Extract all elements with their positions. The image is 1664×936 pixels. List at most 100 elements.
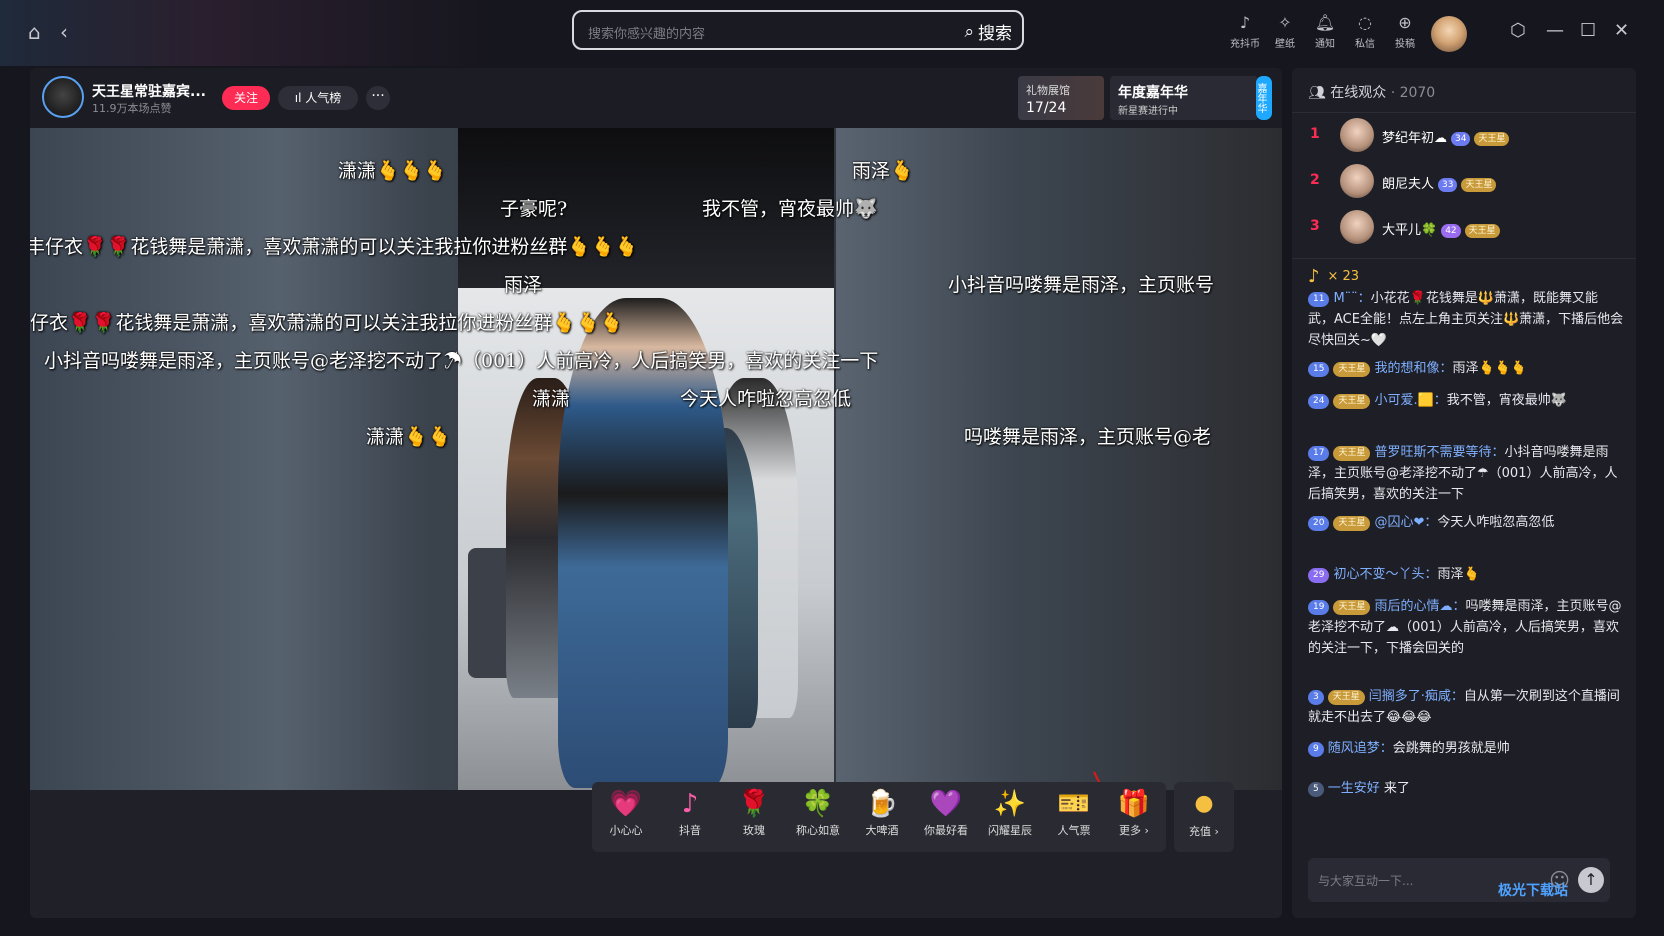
danmaku-item: 潇潇 xyxy=(532,388,571,410)
ruyi-gift-icon: 🍀 xyxy=(801,789,835,819)
douyin-gift-icon: ♪ xyxy=(1308,266,1320,287)
danmaku-item: 雨泽🫰 xyxy=(852,160,914,182)
star-gift-icon: ✨ xyxy=(993,789,1027,819)
divider xyxy=(1292,112,1636,113)
people-icon: 👥︎ xyxy=(1308,85,1331,101)
level-badge: 34 xyxy=(1451,131,1471,146)
chat-message: 19 天王星 雨后的心情☁：吗喽舞是雨泽，主页账号@老泽挖不动了☁（001）人前高冷… xyxy=(1308,599,1622,656)
send-icon[interactable]: ↑ xyxy=(1578,867,1604,893)
danmaku-item: 潇潇🫰🫰 xyxy=(366,426,452,448)
close-icon[interactable]: ✕ xyxy=(1614,22,1629,40)
gift-you-look-best[interactable]: 💜 你最好看 xyxy=(916,788,976,838)
carnival-banner[interactable]: 年度嘉年华 新星赛进行中 嘉年华 xyxy=(1110,76,1272,120)
danmaku-item: 子豪呢? xyxy=(500,198,568,220)
back-icon[interactable]: ‹ xyxy=(60,22,68,42)
beer-gift-icon: 🍺 xyxy=(865,789,899,819)
chat-message: 17 天王星 普罗旺斯不需要等待：小抖音吗喽舞是雨泽，主页账号@老泽挖不动了☂（00… xyxy=(1308,445,1618,502)
search-input[interactable]: 搜索你感兴趣的内容 xyxy=(588,23,705,42)
top-viewer-row[interactable]: 3 大平儿🍀 42 天王星 xyxy=(1308,210,1628,246)
title-bar: ⌂ ‹ 搜索你感兴趣的内容 ⌕ 搜索 ♪ 充抖币 ✧ 壁纸 🔔︎ 通知 ◌ 私信 ⊕ 投稿 … xyxy=(0,0,1664,66)
avatar xyxy=(1340,118,1374,152)
search-box[interactable]: 搜索你感兴趣的内容 ⌕ 搜索 xyxy=(572,10,1024,50)
chat-message: 9 随风追梦：会跳舞的男孩就是帅 xyxy=(1308,738,1624,759)
level-badge: 42 xyxy=(1441,223,1461,238)
gift-more-button[interactable]: 🎁 更多 › xyxy=(1104,788,1164,838)
video-stage[interactable]: 潇潇🫰🫰🫰 雨泽🫰 子豪呢? 我不管，宵夜最帅🐺 丰仔衣🌹🌹花钱舞是萧潇，喜欢萧… xyxy=(30,128,1282,918)
divider xyxy=(1292,258,1636,259)
chat-message: 24 天王星 小可爱.🟨：我不管，宵夜最帅🐺 xyxy=(1308,390,1624,411)
follow-button[interactable]: 关注 xyxy=(222,86,270,110)
anchor-avatar[interactable] xyxy=(42,76,84,118)
gift-bar: 💗 小心心 ♪ 抖音 🌹 玫瑰 🍀 称心如意 🍺 大啤酒 💜 你最好看 ✨ 闪耀星辰 🎫 人气票… xyxy=(592,782,1166,852)
top-viewer-row[interactable]: 1 梦纪年初☁ 34 天王星 xyxy=(1308,118,1628,154)
anchor-name[interactable]: 天王星常驻嘉宾... xyxy=(92,81,206,101)
maximize-icon[interactable]: ☐ xyxy=(1580,22,1596,40)
avatar xyxy=(1340,164,1374,198)
minimize-icon[interactable]: — xyxy=(1546,22,1564,40)
chat-message: 5 一生安好 来了 xyxy=(1308,778,1624,799)
gift-rose[interactable]: 🌹 玫瑰 xyxy=(724,788,784,838)
topbar-notifications[interactable]: 🔔︎ 通知 xyxy=(1305,13,1345,51)
chat-icon: ◌ xyxy=(1358,13,1372,32)
danmaku-item: 雨泽 xyxy=(504,274,543,296)
gift-combo: ♪ × 23 xyxy=(1308,266,1360,287)
danmaku-item: 小抖音吗喽舞是雨泽，主页账号@老泽挖不动了☂（001）人前高冷，人后搞笑男，喜欢… xyxy=(44,350,879,372)
fan-badge: 天王星 xyxy=(1461,177,1497,192)
fan-badge: 天王星 xyxy=(1464,223,1500,238)
popularity-rank-button[interactable]: ıl 人气榜 xyxy=(278,86,358,110)
gift-heart[interactable]: 💗 小心心 xyxy=(596,788,656,838)
bar-chart-icon: ıl xyxy=(294,91,306,105)
topbar-upload[interactable]: ⊕ 投稿 xyxy=(1385,13,1425,51)
ticket-gift-icon: 🎫 xyxy=(1057,789,1091,819)
chat-message: 3 天王星 闫搁多了·痴咸：自从第一次刷到这个直播间就走不出去了😂😂😂 xyxy=(1308,689,1620,725)
chat-input-field[interactable]: 与大家互动一下... xyxy=(1318,872,1413,889)
level-badge: 33 xyxy=(1438,177,1458,192)
recharge-button[interactable]: ● 充值 › xyxy=(1174,782,1234,852)
anchor-likes: 11.9万本场点赞 xyxy=(92,102,172,115)
top-viewer-row[interactable]: 2 朗尼夫人 33 天王星 xyxy=(1308,164,1628,200)
home-icon[interactable]: ⌂ xyxy=(28,22,41,42)
anchor-header: 天王星常驻嘉宾... 11.9万本场点赞 关注 ıl 人气榜 ··· 礼物展馆 … xyxy=(30,68,1282,128)
coin-icon: ● xyxy=(1194,791,1214,816)
danmaku-item: 我不管，宵夜最帅🐺 xyxy=(702,198,878,220)
live-room: 天王星常驻嘉宾... 11.9万本场点赞 关注 ıl 人气榜 ··· 礼物展馆 … xyxy=(30,68,1282,918)
fan-badge: 天王星 xyxy=(1474,131,1510,146)
chat-message: 15 天王星 我的想和像：雨泽🫰🫰🫰 xyxy=(1308,358,1624,379)
heart-gift-icon: 💗 xyxy=(609,789,643,819)
topbar-recharge-coins[interactable]: ♪ 充抖币 xyxy=(1225,13,1265,51)
search-icon: ⌕ xyxy=(964,21,974,42)
gift-ruyi[interactable]: 🍀 称心如意 xyxy=(788,788,848,838)
live-video[interactable] xyxy=(458,128,834,790)
gift-popularity-ticket[interactable]: 🎫 人气票 xyxy=(1044,788,1104,838)
carnival-tag: 嘉年华 xyxy=(1255,76,1272,120)
danmaku-item: 今天人咋啦忽高忽低 xyxy=(680,388,852,410)
more-button[interactable]: ··· xyxy=(366,86,390,110)
danmaku-item: 吗喽舞是雨泽，主页账号@老 xyxy=(964,426,1212,448)
user-avatar[interactable] xyxy=(1431,16,1467,52)
topbar-messages[interactable]: ◌ 私信 xyxy=(1345,13,1385,51)
bell-icon: 🔔︎ xyxy=(1314,13,1336,32)
gift-museum-banner[interactable]: 礼物展馆 17/24 xyxy=(1018,76,1104,120)
gift-shining-stars[interactable]: ✨ 闪耀星辰 xyxy=(980,788,1040,838)
gift-box-icon: 🎁 xyxy=(1117,789,1151,819)
chat-message: 11 M¨¨：小花花🌹花钱舞是🔱萧潇，既能舞又能武，ACE全能！点左上角主页关注🔱… xyxy=(1308,291,1624,348)
chat-message: 29 初心不变～丫头：雨泽🫰 xyxy=(1308,564,1624,585)
danmaku-item: 仔衣🌹🌹花钱舞是萧潇，喜欢萧潇的可以关注我拉你进粉丝群🫰🫰🫰 xyxy=(30,312,624,334)
upload-icon: ⊕ xyxy=(1398,13,1412,32)
watermark: 极光下载站 xyxy=(1498,883,1568,899)
danmaku-item: 丰仔衣🌹🌹花钱舞是萧潇，喜欢萧潇的可以关注我拉你进粉丝群🫰🫰🫰 xyxy=(30,236,639,258)
gift-beer[interactable]: 🍺 大啤酒 xyxy=(852,788,912,838)
wallpaper-icon: ✧ xyxy=(1278,13,1292,32)
danmaku-item: 小抖音吗喽舞是雨泽，主页账号 xyxy=(948,274,1215,296)
chat-message: 20 天王星 @囚心❤：今天人咋啦忽高忽低 xyxy=(1308,512,1624,533)
stage-right-blur xyxy=(836,128,1282,790)
heart-card-gift-icon: 💜 xyxy=(929,789,963,819)
settings-icon[interactable]: ⬡ xyxy=(1510,22,1526,40)
gift-douyin[interactable]: ♪ 抖音 xyxy=(660,788,720,838)
search-button[interactable]: ⌕ 搜索 xyxy=(964,19,1012,45)
danmaku-item: 潇潇🫰🫰🫰 xyxy=(338,160,447,182)
douyin-coin-icon: ♪ xyxy=(1239,13,1251,32)
online-audience[interactable]: 👥︎ 在线观众 · 2070 xyxy=(1308,82,1435,102)
topbar-wallpaper[interactable]: ✧ 壁纸 xyxy=(1265,13,1305,51)
chat-sidebar: 👥︎ 在线观众 · 2070 1 梦纪年初☁ 34 天王星 2 朗尼夫人 33 天王星 … xyxy=(1292,68,1636,918)
